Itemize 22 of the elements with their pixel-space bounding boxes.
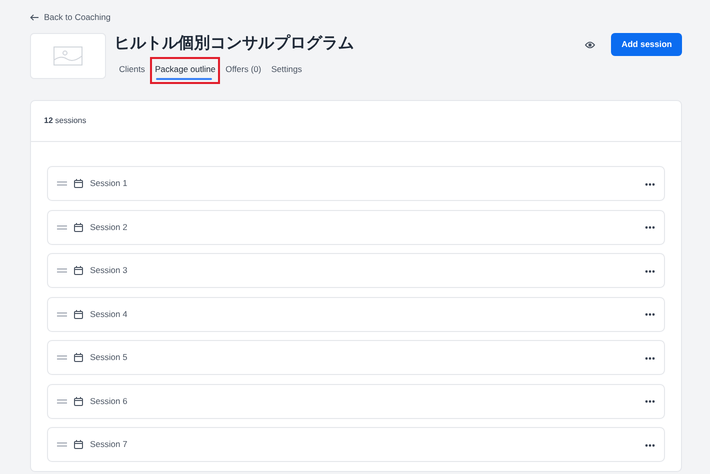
session-row[interactable]: Session 3 (47, 253, 665, 288)
session-row[interactable]: Session 5 (47, 340, 665, 376)
session-title: Session 1 (90, 177, 128, 190)
session-count: 12 sessions (44, 116, 86, 126)
tab[interactable]: Offers (0) (220, 56, 266, 84)
session-row[interactable]: Session 2 (47, 210, 665, 245)
tab[interactable]: Settings (266, 56, 307, 84)
session-row[interactable]: Session 1 (47, 166, 665, 202)
session-title: Session 2 (90, 220, 128, 234)
session-row[interactable]: Session 6 (47, 384, 665, 419)
session-title: Session 3 (90, 264, 128, 278)
session-title: Session 5 (90, 351, 128, 364)
session-title: Session 7 (90, 438, 128, 452)
tab[interactable]: Package outline (150, 56, 220, 84)
session-title: Session 6 (90, 394, 128, 408)
session-row[interactable]: Session 7 (47, 427, 665, 462)
tab[interactable]: Clients (114, 56, 150, 84)
session-row[interactable]: Session 4 (47, 296, 665, 332)
back-link[interactable]: Back to Coaching (30, 11, 111, 24)
add-session-button[interactable]: Add session (611, 33, 682, 56)
package-title: ヒルトル個別コンサルプログラム (114, 33, 355, 53)
session-title: Session 4 (90, 308, 128, 321)
